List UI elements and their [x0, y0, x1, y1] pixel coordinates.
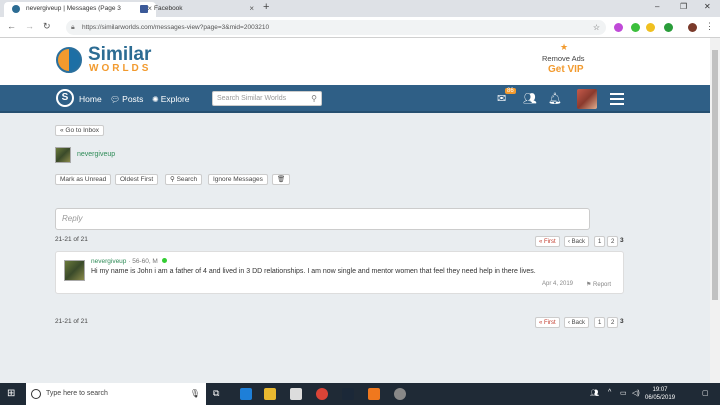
- nav-home[interactable]: Home: [79, 94, 102, 104]
- close-tab-icon[interactable]: ×: [249, 2, 254, 16]
- reload-icon[interactable]: ↻: [43, 21, 51, 32]
- browser-menu-icon[interactable]: ⋮: [705, 21, 714, 32]
- tab-title: nevergiveup | Messages (Page 3: [26, 5, 121, 12]
- conversation-user-avatar[interactable]: [55, 147, 71, 163]
- mail-count-badge: 86: [505, 88, 516, 94]
- cortana-icon: [31, 389, 41, 399]
- search-icon[interactable]: ⚲: [311, 92, 317, 105]
- maximize-icon[interactable]: ❐: [680, 2, 687, 11]
- back-icon[interactable]: ←: [7, 21, 16, 31]
- message-text: Hi my name is John i am a father of 4 an…: [91, 268, 536, 275]
- people-icon[interactable]: 👥︎: [590, 389, 599, 397]
- lock-icon: 🔒︎: [71, 24, 75, 31]
- get-vip-link[interactable]: Get VIP: [548, 64, 584, 75]
- file-explorer-icon[interactable]: [264, 388, 276, 400]
- vip-star-icon: ★: [560, 42, 569, 52]
- atom-icon: ✺: [152, 95, 159, 104]
- edge-icon[interactable]: [240, 388, 252, 400]
- pager-current-page: 3: [620, 237, 624, 244]
- windows-start-icon[interactable]: ⊞: [7, 388, 15, 399]
- search-messages-button[interactable]: ⚲ Search: [165, 174, 203, 185]
- message-count: 21-21 of 21: [55, 318, 88, 325]
- mail-icon[interactable]: ✉: [497, 92, 506, 105]
- similarworlds-logo-icon[interactable]: [56, 47, 82, 73]
- forward-icon[interactable]: →: [25, 21, 34, 31]
- extension-icon[interactable]: [646, 23, 655, 32]
- browser-tab-bar: nevergiveup | Messages (Page 3 × Faceboo…: [0, 0, 720, 17]
- notifications-icon[interactable]: ▢: [702, 389, 709, 397]
- report-link[interactable]: ⚑ Report: [586, 281, 611, 288]
- bookmark-star-icon[interactable]: ☆: [593, 20, 600, 35]
- tab-title: Facebook: [154, 5, 183, 12]
- pager-first-button[interactable]: « First: [535, 317, 560, 328]
- scrollbar-thumb[interactable]: [712, 50, 718, 300]
- friends-icon[interactable]: 👥︎: [523, 92, 537, 105]
- reply-input[interactable]: Reply: [55, 208, 590, 230]
- go-to-inbox-button[interactable]: « Go to Inbox: [55, 125, 105, 136]
- browser-toolbar: ← → ↻ 🔒︎ https://similarworlds.com/messa…: [0, 17, 720, 38]
- pager-page-1[interactable]: 1: [594, 236, 606, 247]
- nav-explore[interactable]: ✺ Explore: [152, 94, 190, 104]
- conversation-username-link[interactable]: nevergiveup: [77, 151, 115, 158]
- online-status-icon: [161, 258, 167, 263]
- extension-icon[interactable]: [631, 23, 640, 32]
- close-window-icon[interactable]: ✕: [704, 2, 711, 11]
- message-count: 21-21 of 21: [55, 236, 88, 243]
- nav-posts[interactable]: 💬︎ Posts: [110, 94, 143, 104]
- remove-ads-link[interactable]: Remove Ads: [542, 54, 585, 63]
- facebook-favicon-icon: [140, 5, 148, 13]
- taskbar-search-input[interactable]: Type here to search 🎙︎: [26, 383, 206, 405]
- address-bar[interactable]: 🔒︎ https://similarworlds.com/messages-vi…: [66, 20, 606, 35]
- task-view-icon[interactable]: ⧉: [213, 388, 225, 400]
- profile-avatar-icon[interactable]: [688, 23, 697, 32]
- extension-icon[interactable]: [614, 23, 623, 32]
- windows-taskbar: ⊞ Type here to search 🎙︎ ⧉ 👥︎ ^ ▭ ◁) 19:…: [0, 383, 720, 405]
- message-date: Apr 4, 2019: [542, 281, 574, 287]
- volume-icon[interactable]: ◁): [632, 389, 640, 397]
- flag-icon: ⚑: [586, 282, 594, 288]
- pager-current-page: 3: [620, 318, 624, 325]
- chat-bubbles-icon: 💬︎: [110, 95, 121, 104]
- pager-page-1[interactable]: 1: [594, 317, 606, 328]
- chrome-icon[interactable]: [316, 388, 328, 400]
- app-icon[interactable]: [394, 388, 406, 400]
- ignore-messages-button[interactable]: Ignore Messages: [208, 174, 268, 185]
- message-card: nevergiveup · 56-60, M Hi my name is Joh…: [55, 251, 624, 294]
- site-logo-icon[interactable]: S: [56, 89, 74, 107]
- message-meta: nevergiveup · 56-60, M: [91, 258, 167, 265]
- url-text: https://similarworlds.com/messages-view?…: [82, 24, 270, 31]
- similarworlds-favicon-icon: [12, 5, 20, 13]
- browser-tab-facebook[interactable]: Facebook ×: [132, 2, 258, 17]
- pager-back-button[interactable]: ‹ Back: [564, 317, 590, 328]
- new-tab-button[interactable]: +: [263, 1, 269, 13]
- network-icon[interactable]: ▭: [620, 389, 627, 397]
- mark-as-unread-button[interactable]: Mark as Unread: [55, 174, 112, 185]
- site-navbar: S Home 💬︎ Posts ✺ Explore Search Similar W…: [0, 85, 710, 113]
- pager-page-2[interactable]: 2: [607, 236, 619, 247]
- search-icon: ⚲: [170, 176, 177, 183]
- clock[interactable]: 19:07 06/05/2019: [645, 386, 675, 402]
- minimize-icon[interactable]: –: [655, 2, 659, 11]
- user-avatar[interactable]: [577, 89, 597, 109]
- notifications-bell-icon[interactable]: 🔔︎: [548, 92, 562, 105]
- pager-back-button[interactable]: ‹ Back: [564, 236, 590, 247]
- tray-chevron-up-icon[interactable]: ^: [608, 389, 611, 396]
- trash-icon[interactable]: 🗑︎: [272, 174, 291, 185]
- logo-subtext[interactable]: WORLDS: [89, 63, 151, 74]
- extension-icon[interactable]: [664, 23, 673, 32]
- steam-icon[interactable]: [342, 388, 354, 400]
- oldest-first-button[interactable]: Oldest First: [115, 174, 159, 185]
- message-author-avatar[interactable]: [64, 260, 85, 281]
- store-icon[interactable]: [290, 388, 302, 400]
- app-icon[interactable]: [368, 388, 380, 400]
- message-author-link[interactable]: nevergiveup: [91, 258, 126, 265]
- microphone-icon[interactable]: 🎙︎: [190, 383, 200, 405]
- pager-first-button[interactable]: « First: [535, 236, 560, 247]
- site-search-input[interactable]: Search Similar Worlds ⚲: [212, 91, 322, 106]
- pager-page-2[interactable]: 2: [607, 317, 619, 328]
- hamburger-menu-icon[interactable]: [610, 93, 624, 108]
